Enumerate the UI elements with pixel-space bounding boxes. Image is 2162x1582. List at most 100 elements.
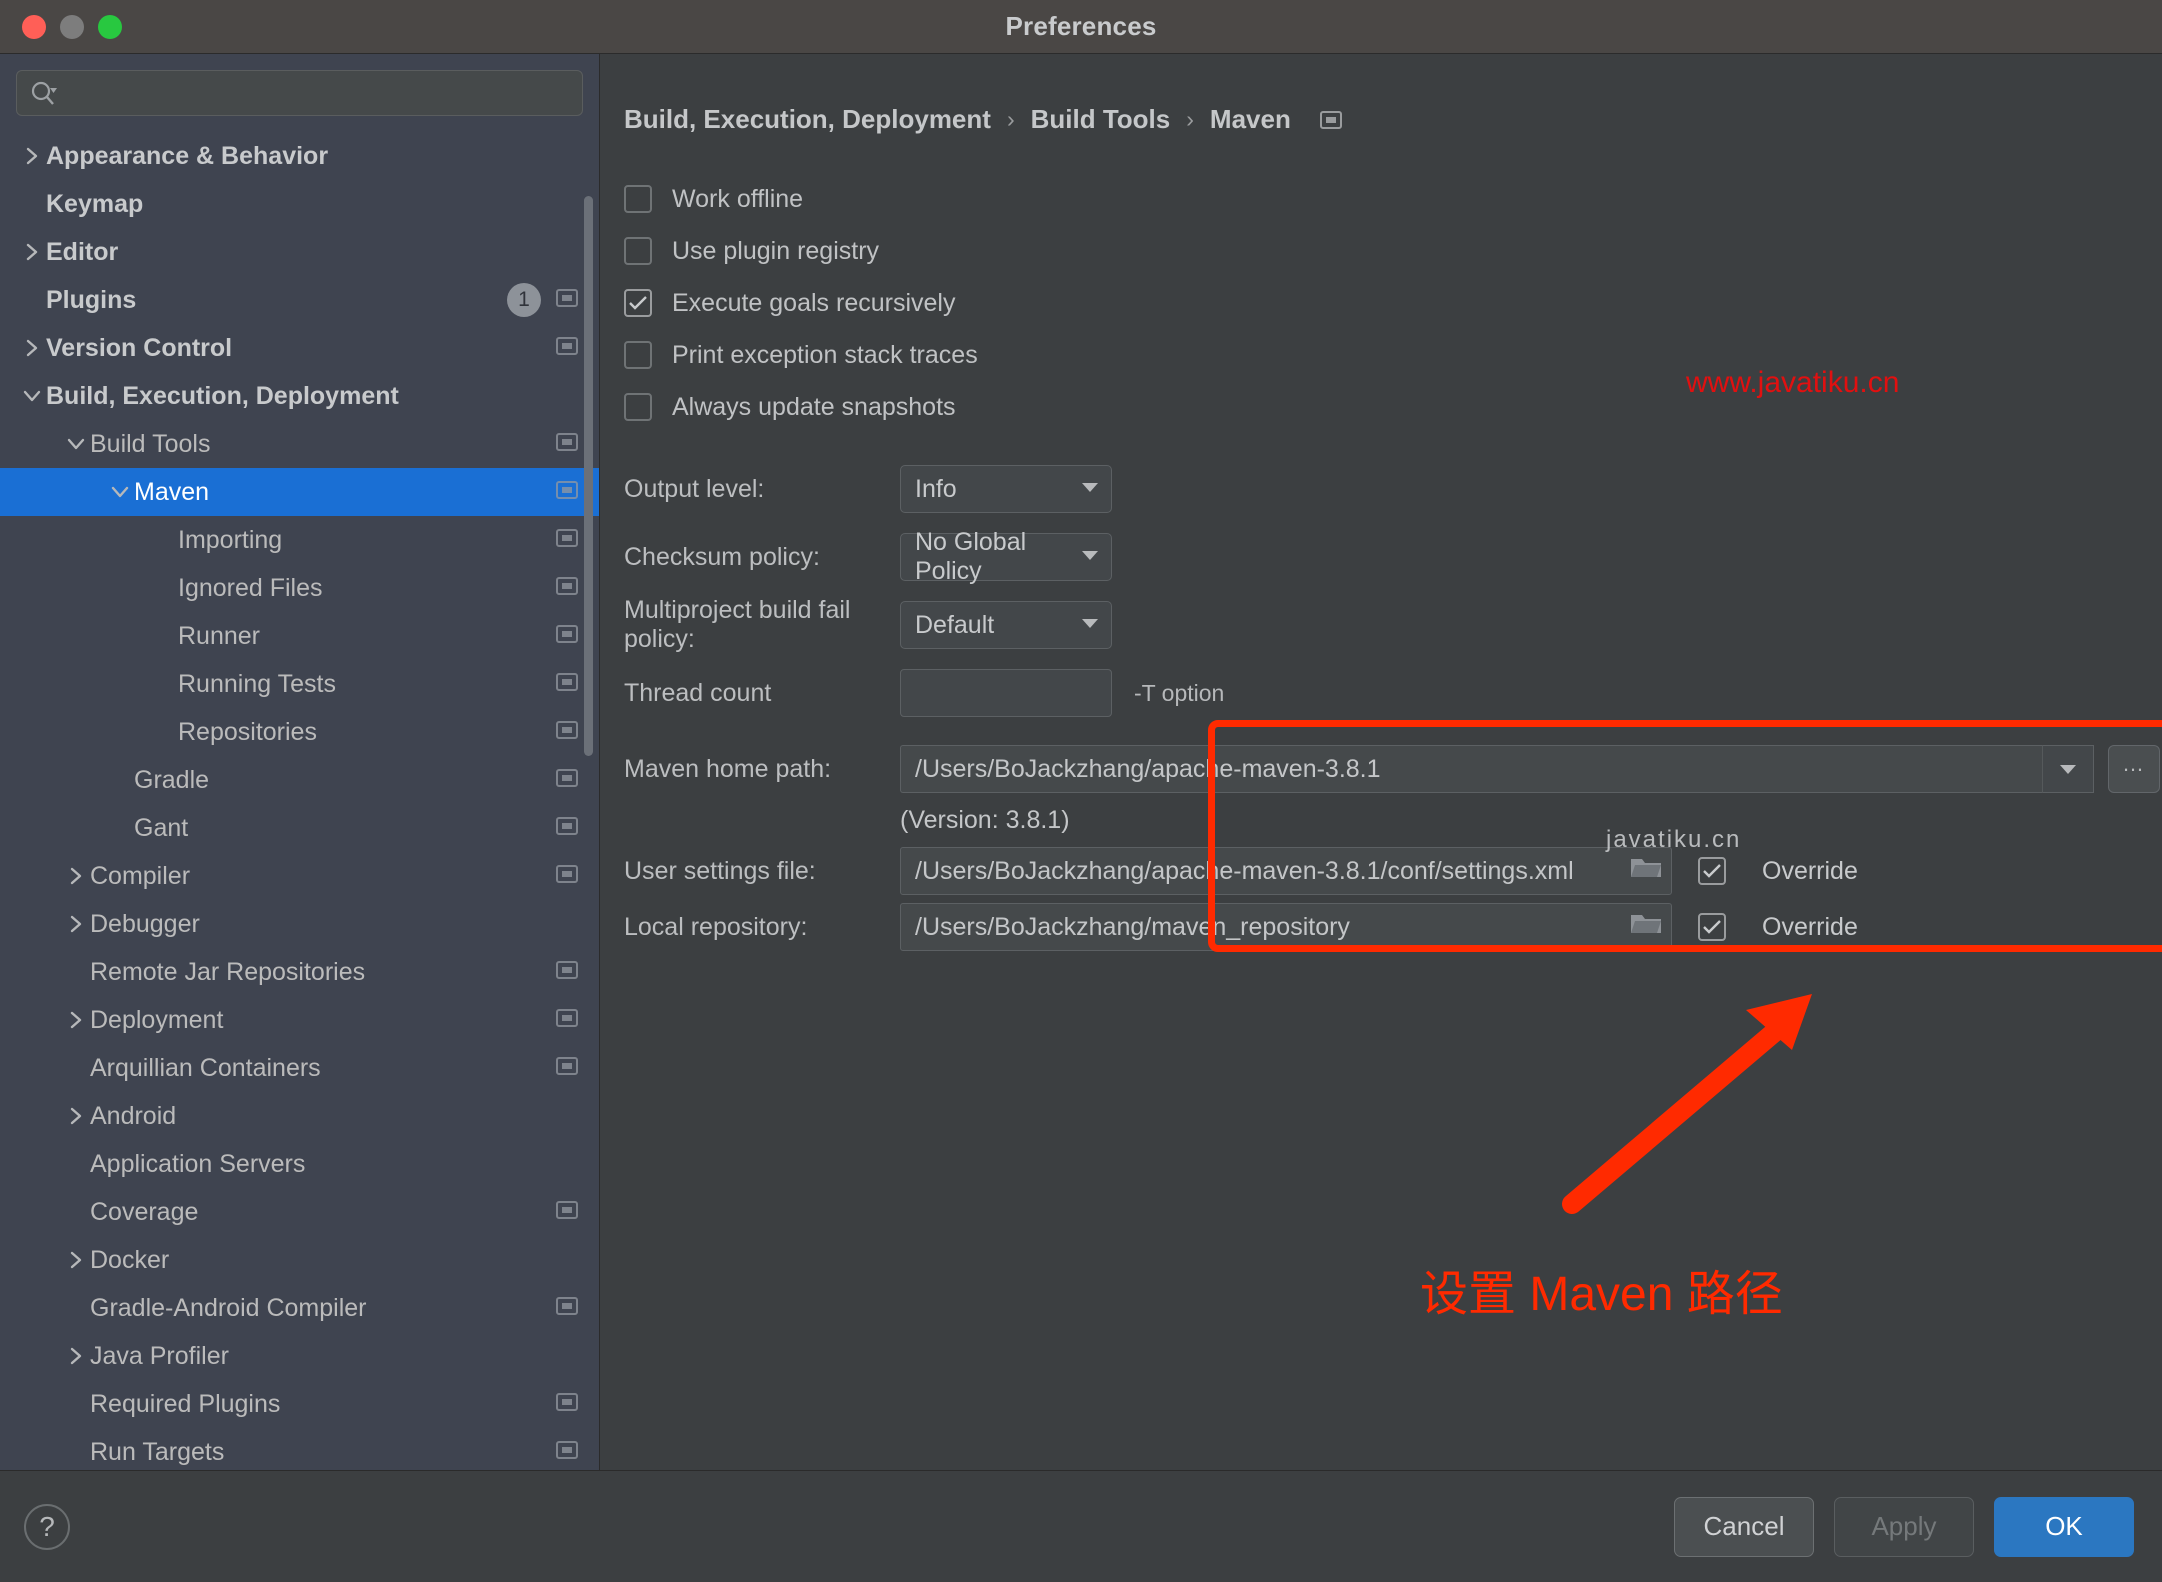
user-settings-override-checkbox[interactable]	[1698, 857, 1726, 885]
sidebar-item-appearance-behavior[interactable]: Appearance & Behavior	[0, 132, 599, 180]
settings-reset-icon[interactable]	[555, 479, 579, 506]
settings-tree[interactable]: Appearance & Behavior Keymap Editor Plugins…	[0, 126, 599, 1470]
multiproject-policy-select[interactable]: Default	[900, 601, 1112, 649]
settings-reset-icon[interactable]	[555, 767, 579, 794]
ok-button[interactable]: OK	[1994, 1496, 2134, 1557]
sidebar-item-remote-jar-repositories[interactable]: Remote Jar Repositories	[0, 948, 599, 996]
local-repository-override-checkbox[interactable]	[1698, 913, 1726, 941]
settings-reset-icon[interactable]	[555, 623, 579, 650]
checkbox-work-offline[interactable]	[624, 185, 652, 213]
chevron-right-icon[interactable]	[62, 1345, 90, 1367]
breadcrumb-item-build[interactable]: Build, Execution, Deployment	[624, 104, 991, 135]
sidebar-item-gant[interactable]: Gant	[0, 804, 599, 852]
sidebar-item-runner[interactable]: Runner	[0, 612, 599, 660]
sidebar-item-repositories[interactable]: Repositories	[0, 708, 599, 756]
sidebar-item-keymap[interactable]: Keymap	[0, 180, 599, 228]
sidebar-item-docker[interactable]: Docker	[0, 1236, 599, 1284]
checkbox-use-plugin-registry[interactable]	[624, 237, 652, 265]
settings-reset-icon[interactable]	[555, 863, 579, 890]
sidebar-item-deployment[interactable]: Deployment	[0, 996, 599, 1044]
sidebar-item-editor[interactable]: Editor	[0, 228, 599, 276]
chevron-down-icon	[1079, 616, 1101, 635]
chevron-down-icon[interactable]	[18, 387, 46, 405]
chevron-right-icon[interactable]	[18, 241, 46, 263]
settings-reset-icon[interactable]	[555, 335, 579, 362]
checkbox-row-print-exception-stack-traces[interactable]: Print exception stack traces	[600, 329, 2162, 381]
maven-home-path-dropdown-button[interactable]	[2042, 745, 2094, 793]
settings-reset-icon[interactable]	[1319, 108, 1343, 132]
sidebar-item-version-control[interactable]: Version Control	[0, 324, 599, 372]
chevron-right-icon[interactable]	[18, 145, 46, 167]
folder-icon[interactable]	[1629, 855, 1663, 888]
sidebar-item-required-plugins[interactable]: Required Plugins	[0, 1380, 599, 1428]
sidebar-item-maven[interactable]: Maven	[0, 468, 599, 516]
sidebar-item-importing[interactable]: Importing	[0, 516, 599, 564]
thread-count-input[interactable]	[900, 669, 1112, 717]
chevron-right-icon[interactable]	[62, 1009, 90, 1031]
user-settings-file-input[interactable]: /Users/BoJackzhang/apache-maven-3.8.1/co…	[900, 847, 1672, 895]
close-window-button[interactable]	[22, 14, 46, 39]
settings-reset-icon[interactable]	[555, 671, 579, 698]
sidebar-item-application-servers[interactable]: Application Servers	[0, 1140, 599, 1188]
settings-reset-icon[interactable]	[555, 1391, 579, 1418]
settings-reset-icon[interactable]	[555, 719, 579, 746]
checkbox-row-work-offline[interactable]: Work offline	[600, 173, 2162, 225]
sidebar-item-label: Debugger	[90, 909, 200, 938]
chevron-right-icon[interactable]	[62, 865, 90, 887]
chevron-down-icon[interactable]	[62, 435, 90, 453]
sidebar-item-running-tests[interactable]: Running Tests	[0, 660, 599, 708]
sidebar-item-arquillian-containers[interactable]: Arquillian Containers	[0, 1044, 599, 1092]
sidebar-scrollbar[interactable]	[584, 170, 593, 1460]
chevron-right-icon[interactable]	[18, 337, 46, 359]
settings-reset-icon[interactable]	[555, 527, 579, 554]
sidebar-item-gradle[interactable]: Gradle	[0, 756, 599, 804]
sidebar-item-ignored-files[interactable]: Ignored Files	[0, 564, 599, 612]
settings-reset-icon[interactable]	[555, 1199, 579, 1226]
breadcrumb-item-build-tools[interactable]: Build Tools	[1031, 104, 1171, 135]
checkbox-print-exception-stack-traces[interactable]	[624, 341, 652, 369]
sidebar-item-plugins[interactable]: Plugins 1	[0, 276, 599, 324]
sidebar-item-coverage[interactable]: Coverage	[0, 1188, 599, 1236]
checksum-policy-select[interactable]: No Global Policy	[900, 528, 1112, 585]
search-input[interactable]	[16, 70, 583, 116]
apply-button[interactable]: Apply	[1834, 1496, 1974, 1557]
sidebar-item-gradle-android-compiler[interactable]: Gradle-Android Compiler	[0, 1284, 599, 1332]
local-repository-input[interactable]: /Users/BoJackzhang/maven_repository	[900, 903, 1672, 951]
breadcrumb-item-maven[interactable]: Maven	[1210, 104, 1291, 135]
checkbox-execute-goals-recursively[interactable]	[624, 289, 652, 317]
help-button[interactable]: ?	[24, 1503, 70, 1550]
checkbox-always-update-snapshots[interactable]	[624, 393, 652, 421]
settings-reset-icon[interactable]	[555, 1295, 579, 1322]
minimize-window-button[interactable]	[60, 14, 84, 39]
sidebar-item-java-profiler[interactable]: Java Profiler	[0, 1332, 599, 1380]
settings-reset-icon[interactable]	[555, 431, 579, 458]
settings-reset-icon[interactable]	[555, 287, 579, 314]
settings-reset-icon[interactable]	[555, 575, 579, 602]
chevron-down-icon[interactable]	[106, 483, 134, 501]
output-level-select[interactable]: Info	[900, 465, 1112, 513]
chevron-right-icon[interactable]	[62, 913, 90, 935]
settings-reset-icon[interactable]	[555, 1439, 579, 1466]
checkbox-row-use-plugin-registry[interactable]: Use plugin registry	[600, 225, 2162, 277]
sidebar-item-compiler[interactable]: Compiler	[0, 852, 599, 900]
chevron-right-icon[interactable]	[62, 1249, 90, 1271]
sidebar-item-build-tools[interactable]: Build Tools	[0, 420, 599, 468]
settings-reset-icon[interactable]	[555, 815, 579, 842]
sidebar-item-run-targets[interactable]: Run Targets	[0, 1428, 599, 1470]
settings-reset-icon[interactable]	[555, 1007, 579, 1034]
sidebar-scrollbar-thumb[interactable]	[584, 196, 593, 756]
folder-icon[interactable]	[1629, 911, 1663, 944]
chevron-right-icon[interactable]	[62, 1105, 90, 1127]
zoom-window-button[interactable]	[98, 14, 122, 39]
sidebar-item-build-execution-deployment[interactable]: Build, Execution, Deployment	[0, 372, 599, 420]
maven-home-path-browse-button[interactable]: …	[2108, 745, 2160, 793]
cancel-button[interactable]: Cancel	[1674, 1496, 1814, 1557]
maven-home-path-input[interactable]: /Users/BoJackzhang/apache-maven-3.8.1	[900, 745, 2042, 793]
checkbox-row-execute-goals-recursively[interactable]: Execute goals recursively	[600, 277, 2162, 329]
sidebar-item-android[interactable]: Android	[0, 1092, 599, 1140]
checkbox-row-always-update-snapshots[interactable]: Always update snapshots	[600, 381, 2162, 433]
sidebar-item-debugger[interactable]: Debugger	[0, 900, 599, 948]
settings-reset-icon[interactable]	[555, 1055, 579, 1082]
sidebar-item-label: Gant	[134, 813, 189, 842]
settings-reset-icon[interactable]	[555, 959, 579, 986]
